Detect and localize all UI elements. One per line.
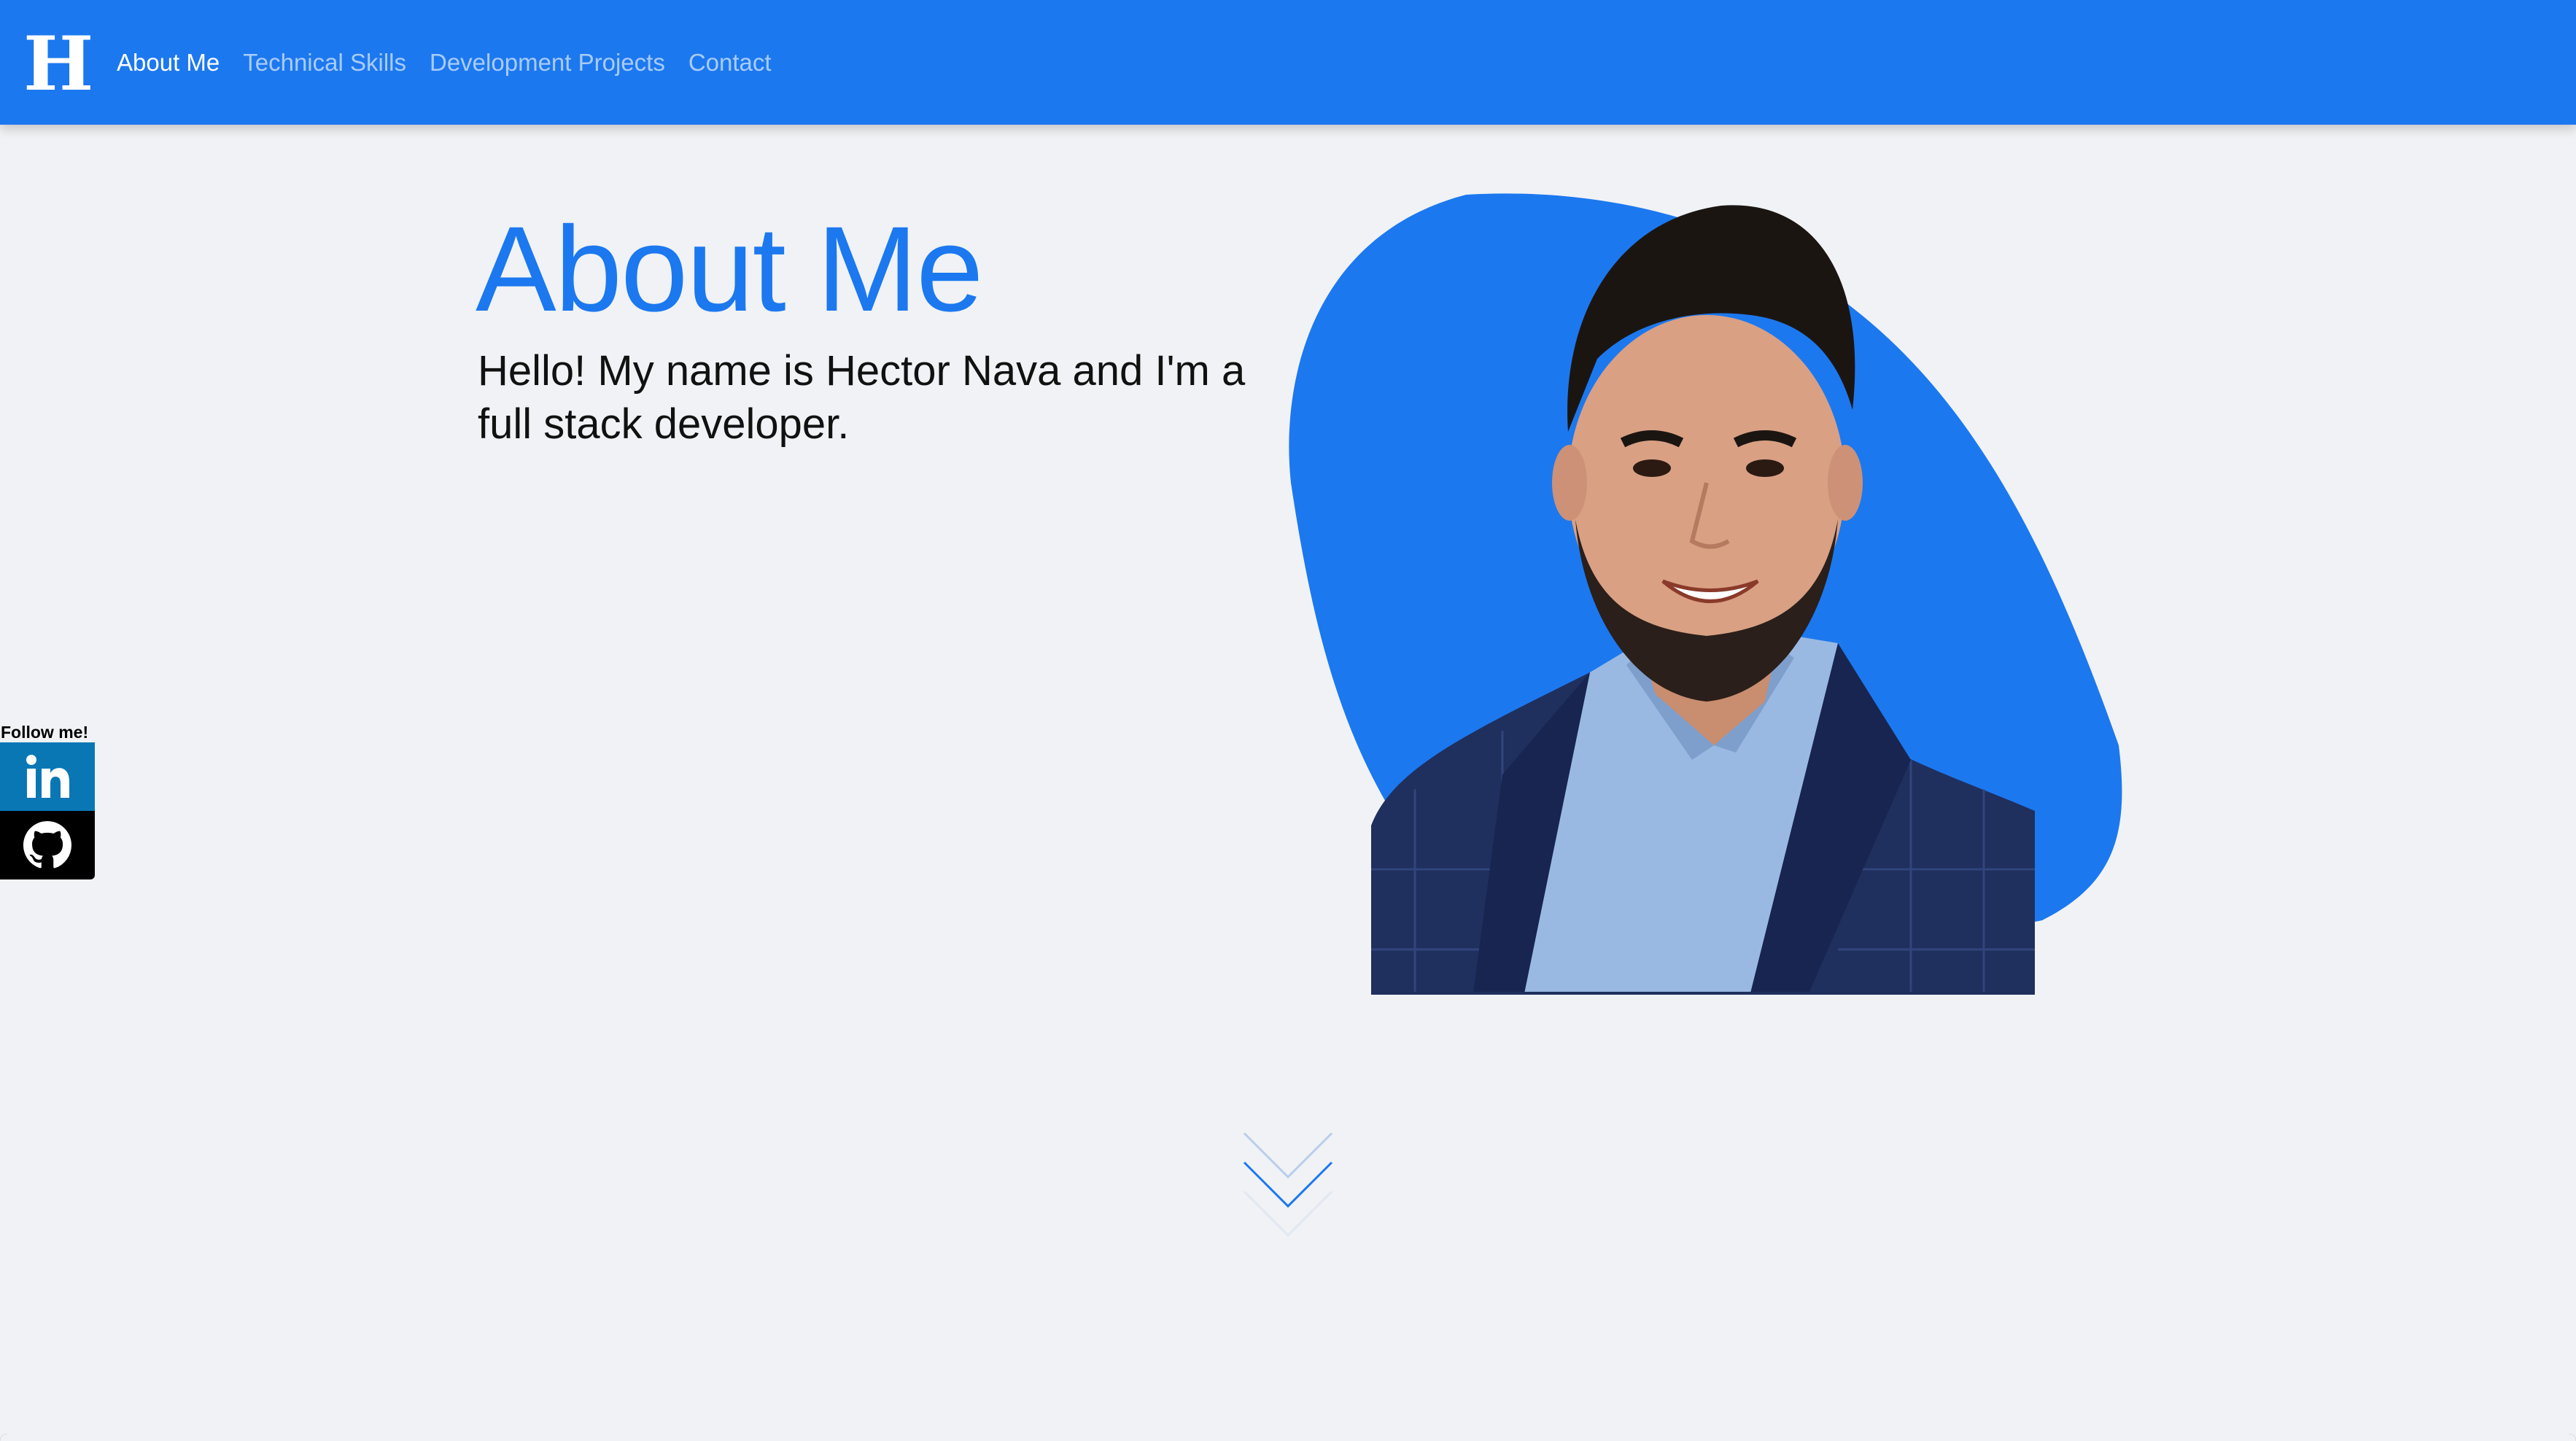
nav-link-contact[interactable]: Contact [688, 49, 772, 77]
nav-link-development-projects[interactable]: Development Projects [430, 49, 665, 77]
linkedin-button[interactable] [0, 742, 95, 811]
nav-link-about-me[interactable]: About Me [117, 49, 220, 77]
portrait-illustration [1289, 193, 2122, 995]
page-title: About Me [476, 202, 984, 337]
github-button[interactable] [0, 811, 95, 879]
scroll-down-button[interactable] [1240, 1129, 1336, 1238]
window-bottom-edge [0, 1434, 2576, 1441]
page: H About Me Technical Skills Development … [0, 0, 2576, 1441]
brand-logo[interactable]: H [23, 27, 93, 101]
github-icon [23, 821, 71, 869]
linkedin-icon [26, 755, 69, 798]
nav-link-technical-skills[interactable]: Technical Skills [243, 49, 406, 77]
follow-label: Follow me! [1, 723, 89, 742]
profile-portrait [1284, 191, 2122, 1001]
nav-links: About Me Technical Skills Development Pr… [117, 0, 772, 125]
intro-text: Hello! My name is Hector Nava and I'm a … [478, 347, 1246, 448]
social-sidebar: Follow me! [0, 722, 95, 879]
chevron-down-icon [1243, 1132, 1333, 1238]
navbar: H About Me Technical Skills Development … [0, 0, 2576, 125]
